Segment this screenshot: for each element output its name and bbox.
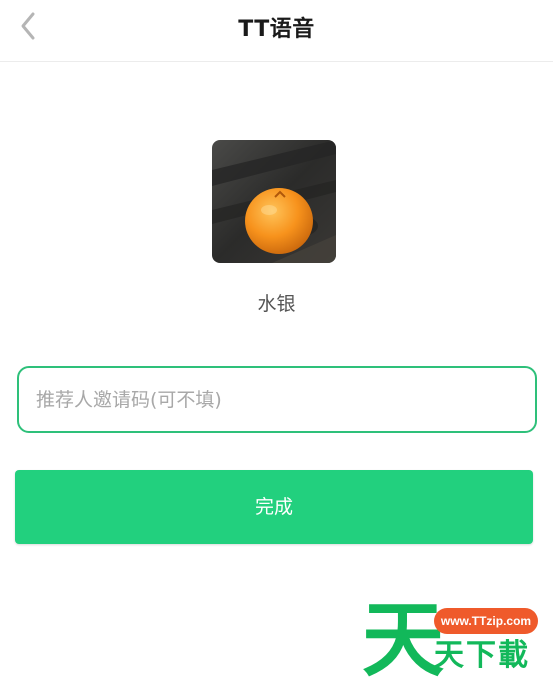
invite-code-input[interactable] <box>36 368 526 431</box>
page-title: TT语音 <box>238 17 315 42</box>
top-navbar: TT语音 <box>0 0 553 62</box>
site-watermark: 天 www.TTzip.com 天下載 <box>362 600 552 690</box>
watermark-big-char: 天 <box>362 593 445 688</box>
watermark-url: www.TTzip.com <box>434 608 538 634</box>
avatar[interactable] <box>212 140 336 263</box>
watermark-text: 天下載 <box>434 638 530 673</box>
register-profile-page: TT语音 水银 推荐人邀请码(可不填) 完成 天 www.TTzip.com 天… <box>0 0 553 692</box>
nickname-label: 水银 <box>257 293 296 315</box>
invite-code-field[interactable] <box>17 366 537 433</box>
done-button[interactable]: 完成 <box>15 470 533 544</box>
orange-photo-image <box>212 140 336 263</box>
